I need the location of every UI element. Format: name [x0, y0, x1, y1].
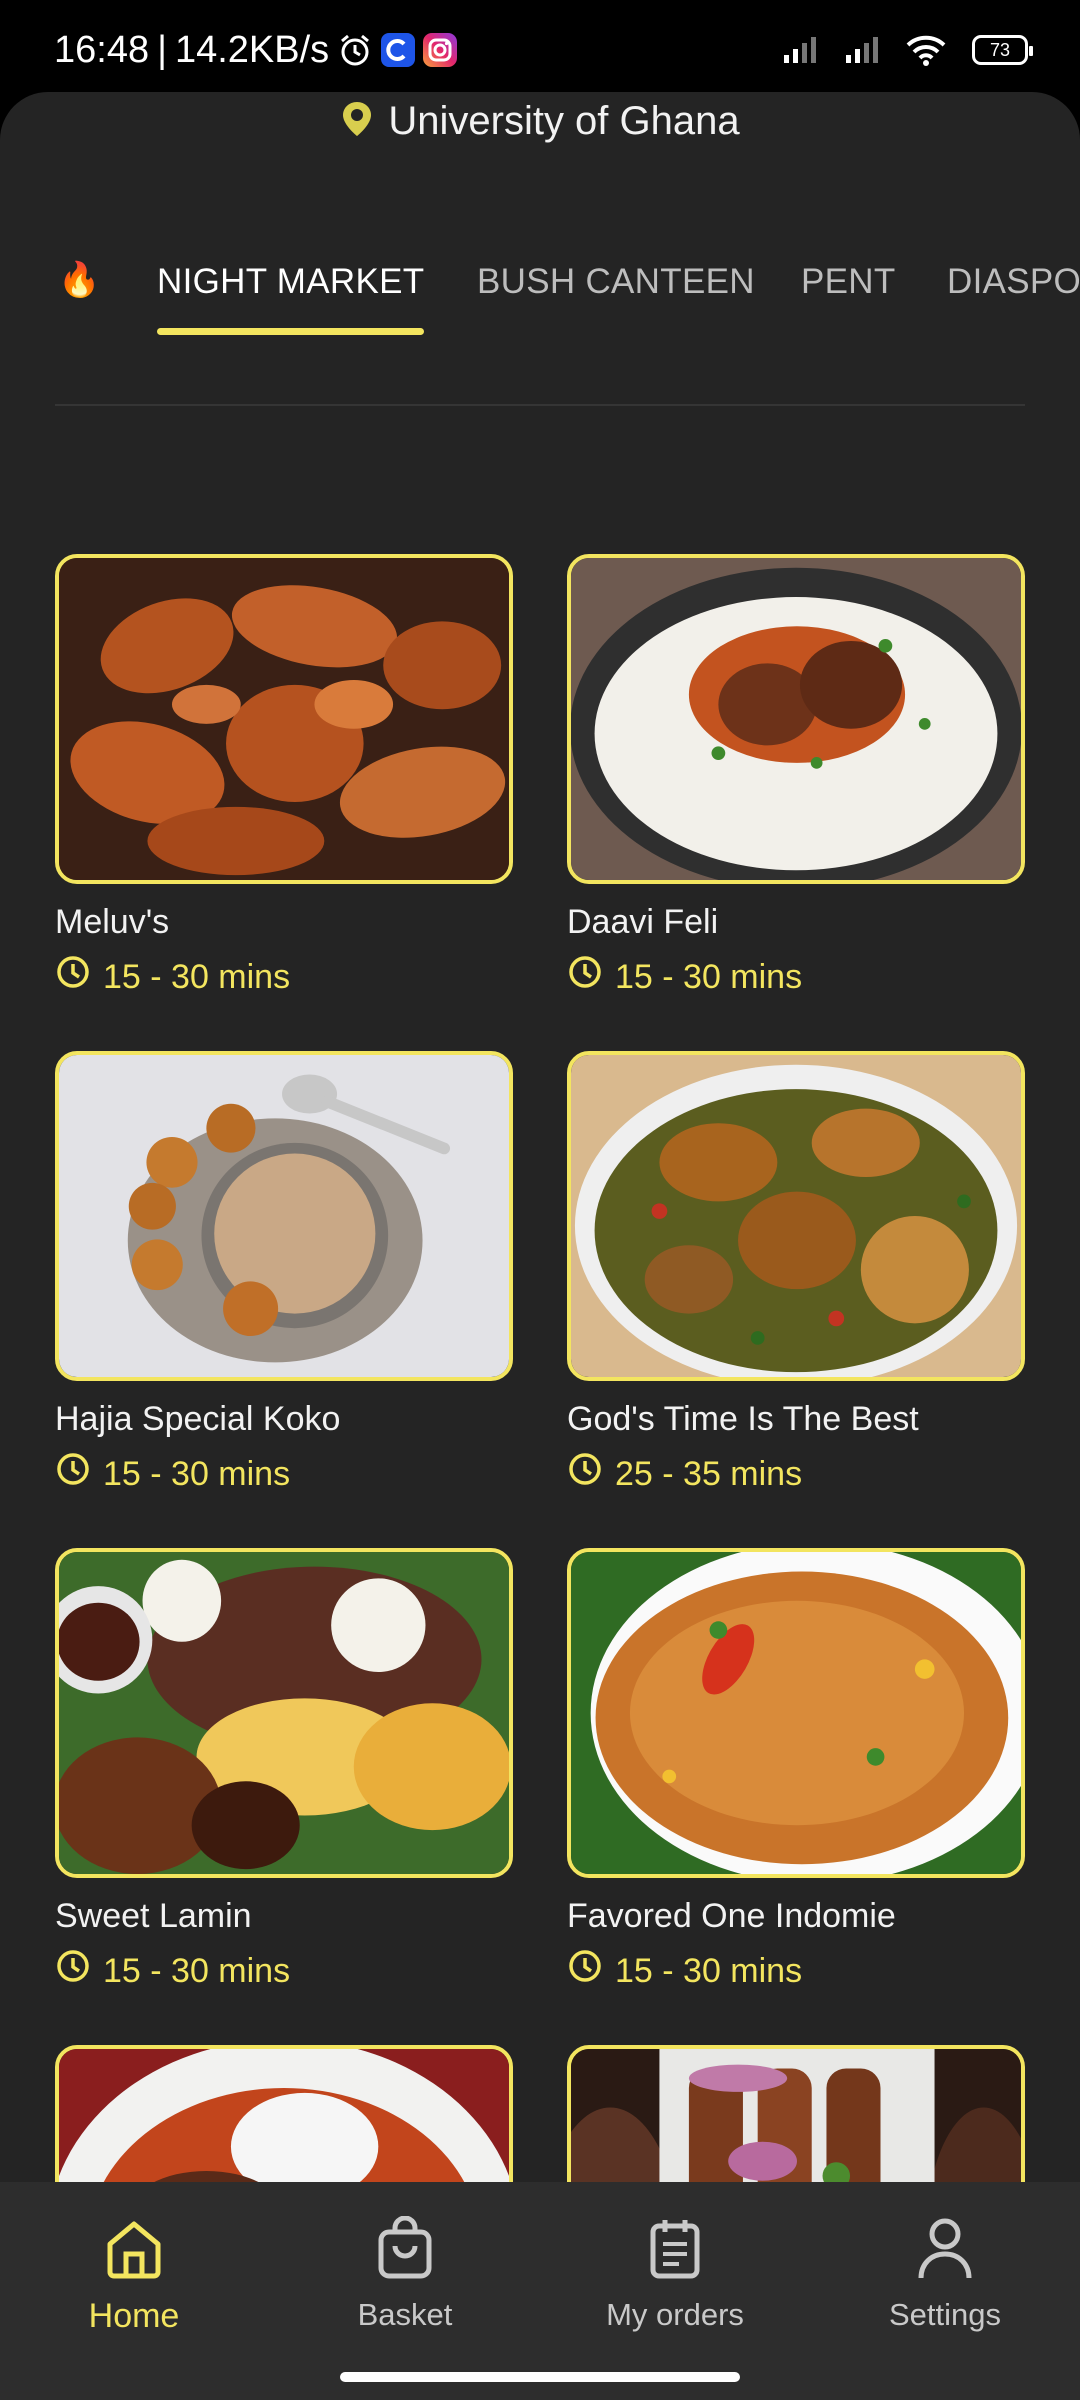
restaurant-image [567, 1051, 1025, 1381]
clock-icon [567, 1948, 603, 1994]
restaurant-card[interactable]: Favored One Indomie 15 - 30 mins [567, 1548, 1025, 1994]
nav-basket[interactable]: Basket [305, 2215, 505, 2333]
clock-icon [55, 954, 91, 1000]
restaurant-image [567, 1548, 1025, 1878]
delivery-time: 15 - 30 mins [615, 1952, 803, 1990]
profile-icon [913, 2216, 977, 2285]
clock-icon [567, 1451, 603, 1497]
nav-label: My orders [606, 2297, 744, 2332]
status-time: 16:48 [54, 28, 150, 71]
location-pin-icon [340, 100, 374, 143]
nav-label: Home [88, 2297, 180, 2335]
wifi-icon [906, 34, 946, 66]
tab-diaspora[interactable]: DIASPORA [947, 260, 1080, 344]
category-tabs: 🔥 NIGHT MARKET BUSH CANTEEN PENT DIASPOR… [0, 260, 1080, 344]
nav-home[interactable]: Home [34, 2216, 234, 2336]
c-app-icon [381, 33, 416, 67]
app-screen: 16:48 | 14.2KB/s 73 University of Ghana … [0, 0, 1080, 2400]
restaurant-card[interactable]: Meluv's 15 - 30 mins [55, 554, 513, 1000]
restaurant-image [55, 1051, 513, 1381]
alarm-icon [337, 32, 373, 68]
delivery-time: 25 - 35 mins [615, 1455, 803, 1493]
status-separator: | [157, 28, 167, 71]
nav-label: Settings [888, 2297, 1001, 2332]
delivery-time: 15 - 30 mins [103, 958, 291, 996]
restaurant-card[interactable]: God's Time Is The Best 25 - 35 mins [567, 1051, 1025, 1497]
battery-icon: 73 [972, 35, 1033, 65]
tab-pent[interactable]: PENT [801, 260, 896, 344]
restaurant-image [55, 554, 513, 884]
delivery-time: 15 - 30 mins [103, 1455, 291, 1493]
delivery-time: 15 - 30 mins [615, 958, 803, 996]
basket-icon [373, 2215, 437, 2285]
app-content: University of Ghana 🔥 NIGHT MARKET BUSH … [0, 92, 1080, 2400]
restaurant-grid: Meluv's 15 - 30 mins Daavi Feli 15 - 30 … [55, 460, 1025, 2272]
nav-settings[interactable]: Settings [845, 2216, 1045, 2333]
clock-icon [567, 954, 603, 1000]
restaurant-name: Hajia Special Koko [55, 1400, 341, 1438]
battery-level: 73 [989, 39, 1011, 60]
signal-icon [782, 35, 818, 65]
clock-icon [55, 1948, 91, 1994]
fire-icon[interactable]: 🔥 [58, 260, 100, 300]
tab-night-market[interactable]: NIGHT MARKET [157, 260, 425, 344]
home-icon [102, 2216, 166, 2285]
nav-my-orders[interactable]: My orders [575, 2216, 775, 2333]
restaurant-image [55, 1548, 513, 1878]
restaurant-name: Sweet Lamin [55, 1897, 252, 1935]
home-indicator[interactable] [340, 2372, 740, 2382]
restaurant-name: Meluv's [55, 903, 170, 941]
signal-icon [844, 35, 880, 65]
orders-clipboard-icon [643, 2216, 707, 2285]
network-speed: 14.2KB/s [174, 28, 330, 71]
restaurant-card[interactable]: Sweet Lamin 15 - 30 mins [55, 1548, 513, 1994]
restaurant-image [567, 554, 1025, 884]
instagram-icon [423, 33, 458, 67]
tab-bush-canteen[interactable]: BUSH CANTEEN [477, 260, 755, 344]
tabs-divider [55, 404, 1025, 406]
restaurant-name: God's Time Is The Best [567, 1400, 919, 1438]
delivery-time: 15 - 30 mins [103, 1952, 291, 1990]
location-label: University of Ghana [388, 98, 740, 143]
location-header[interactable]: University of Ghana [0, 92, 1080, 150]
restaurant-card[interactable]: Hajia Special Koko 15 - 30 mins [55, 1051, 513, 1497]
restaurant-name: Favored One Indomie [567, 1897, 896, 1935]
restaurant-card[interactable]: Daavi Feli 15 - 30 mins [567, 554, 1025, 1000]
bottom-navigation: Home Basket My orders Settings [0, 2182, 1080, 2400]
clock-icon [55, 1451, 91, 1497]
restaurant-name: Daavi Feli [567, 903, 719, 941]
status-bar: 16:48 | 14.2KB/s 73 [0, 0, 1080, 100]
nav-label: Basket [357, 2297, 453, 2332]
